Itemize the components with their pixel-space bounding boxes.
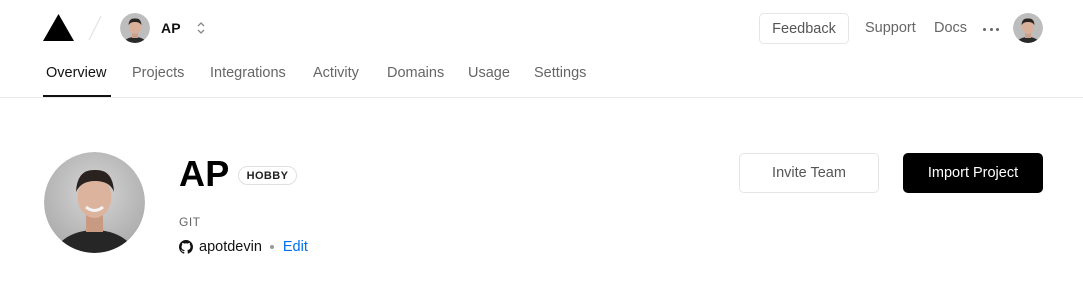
- tab-activity[interactable]: Activity: [313, 65, 359, 81]
- breadcrumb-separator: [88, 15, 102, 41]
- invite-team-button[interactable]: Invite Team: [739, 153, 879, 193]
- tab-overview[interactable]: Overview: [46, 65, 106, 81]
- support-link[interactable]: Support: [865, 20, 916, 36]
- tab-projects[interactable]: Projects: [132, 65, 184, 81]
- github-icon: [179, 240, 193, 254]
- tab-integrations[interactable]: Integrations: [210, 65, 286, 81]
- profile-name: AP: [179, 153, 230, 194]
- ellipsis-icon[interactable]: [983, 22, 999, 36]
- team-avatar: [120, 13, 150, 43]
- chevron-up-down-icon: [197, 22, 205, 34]
- team-name: AP: [161, 20, 181, 36]
- dot-separator: [269, 245, 274, 249]
- active-tab-indicator: [43, 95, 111, 97]
- user-avatar[interactable]: [1013, 13, 1043, 43]
- git-account-row: apotdevin Edit: [179, 238, 308, 256]
- git-username[interactable]: apotdevin: [199, 239, 262, 255]
- profile-avatar: [44, 152, 145, 253]
- tab-usage[interactable]: Usage: [468, 65, 510, 81]
- docs-link[interactable]: Docs: [934, 20, 967, 36]
- vercel-triangle-icon[interactable]: [43, 14, 74, 41]
- plan-badge: HOBBY: [238, 166, 297, 185]
- tab-domains[interactable]: Domains: [387, 65, 444, 81]
- feedback-button[interactable]: Feedback: [759, 13, 849, 44]
- git-label: GIT: [179, 215, 201, 229]
- tab-settings[interactable]: Settings: [534, 65, 586, 81]
- top-navigation: AP Feedback Support Docs Overview Projec…: [0, 0, 1083, 98]
- edit-git-link[interactable]: Edit: [283, 239, 308, 255]
- import-project-button[interactable]: Import Project: [903, 153, 1043, 193]
- team-switcher[interactable]: AP: [120, 13, 206, 43]
